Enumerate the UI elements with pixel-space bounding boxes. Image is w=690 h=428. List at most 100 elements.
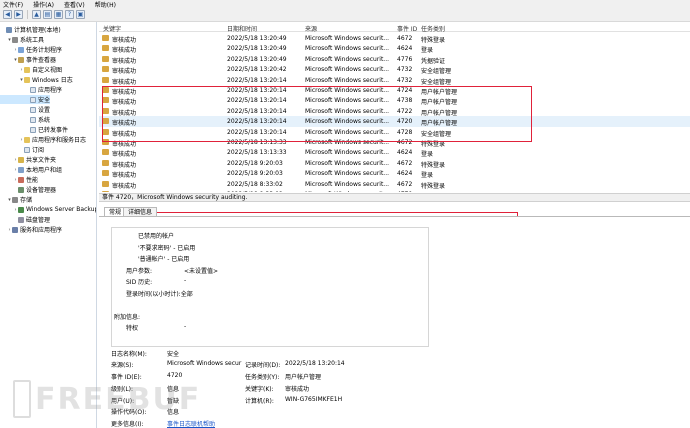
toolbar-divider bbox=[27, 10, 28, 19]
audit-key-icon bbox=[102, 45, 109, 52]
properties-icon[interactable]: ▦ bbox=[54, 10, 63, 19]
tree-item[interactable]: 计算机管理(本地) bbox=[0, 25, 61, 34]
tree-item[interactable]: › 本地用户和组 bbox=[0, 165, 62, 174]
description-line: 用户参数: bbox=[126, 267, 153, 275]
tree-item[interactable]: › 自定义视图 bbox=[0, 65, 62, 74]
tree-item[interactable]: 系统 bbox=[0, 115, 50, 124]
highlight-box-events bbox=[102, 86, 532, 142]
cell-datetime: 2022/5/18 8:33:02 bbox=[227, 191, 283, 192]
cell-id: 4672 bbox=[397, 35, 413, 42]
tree-item[interactable]: ▾ 事件查看器 bbox=[0, 55, 56, 64]
table-row[interactable]: 审核成功 2022/5/18 9:20:03 Microsoft Windows s… bbox=[99, 168, 690, 179]
tree-item[interactable]: 订阅 bbox=[0, 145, 44, 154]
column-task-category[interactable]: 任务类别 bbox=[421, 24, 445, 33]
cell-source: Microsoft Windows securit... bbox=[305, 170, 390, 178]
tree-item-label: 安全 bbox=[38, 97, 51, 104]
tree-item[interactable]: › Windows Server Backup bbox=[0, 205, 97, 214]
tree-item[interactable]: 已转发事件 bbox=[0, 125, 68, 134]
tree-item-label: 任务计划程序 bbox=[26, 47, 63, 54]
table-row[interactable]: 审核成功 2022/5/18 13:20:49 Microsoft Windows … bbox=[99, 33, 690, 44]
cell-id: 4624 bbox=[397, 45, 413, 53]
tree-item[interactable]: ▾ 系统工具 bbox=[0, 35, 44, 44]
task-scheduler-icon bbox=[18, 46, 24, 53]
table-row[interactable]: 审核成功 2022/5/18 13:20:42 Microsoft Windows … bbox=[99, 64, 690, 75]
tree-item-label: 应用程序 bbox=[38, 87, 63, 94]
cell-id: 4732 bbox=[397, 66, 413, 74]
tree-item-label: Windows 日志 bbox=[32, 77, 73, 84]
tree-item-label: 磁盘管理 bbox=[26, 217, 51, 224]
description-line: 特权 bbox=[126, 325, 139, 332]
column-event-id[interactable]: 事件 ID bbox=[397, 24, 417, 33]
tree-item[interactable]: › 服务和应用程序 bbox=[0, 225, 62, 234]
tree-item-label: Windows Server Backup bbox=[26, 206, 97, 213]
tree-item[interactable]: 设备管理器 bbox=[0, 185, 56, 194]
tree-item-label: 系统 bbox=[38, 117, 51, 124]
up-folder-icon[interactable]: ▲ bbox=[32, 10, 41, 19]
cell-id: 4672 bbox=[397, 159, 413, 167]
help-icon[interactable]: ? bbox=[65, 10, 74, 19]
tree-item-label: 存储 bbox=[20, 197, 33, 204]
cell-datetime: 2022/5/18 13:20:49 bbox=[227, 45, 287, 53]
tree-item-label: 应用程序和服务日志 bbox=[32, 137, 87, 144]
table-row[interactable]: 审核成功 2022/5/18 13:20:49 Microsoft Windows … bbox=[99, 43, 690, 54]
tree-item[interactable]: › 任务计划程序 bbox=[0, 45, 62, 54]
column-keyword[interactable]: 关键字 bbox=[103, 24, 121, 33]
task-category-value: 用户帐户管理 bbox=[285, 374, 322, 381]
table-row[interactable]: 审核成功 2022/5/18 8:33:02 Microsoft Windows s… bbox=[99, 179, 690, 190]
tree-item[interactable]: 应用程序 bbox=[0, 85, 62, 94]
cell-source: Microsoft Windows securit... bbox=[305, 159, 390, 167]
navigation-tree: 计算机管理(本地) ▾ 系统工具 › 任务计划程序 ▾ 事件查看器 › 自定义视图 ▾ Window… bbox=[0, 22, 97, 428]
audit-key-icon bbox=[102, 180, 109, 187]
description-line: 登录时间(以小时计):全部 bbox=[126, 290, 193, 298]
tree-item[interactable]: › 性能 bbox=[0, 175, 38, 184]
show-hide-tree-icon[interactable]: ▤ bbox=[43, 10, 52, 19]
tree-item[interactable]: › 共享文件夹 bbox=[0, 155, 56, 164]
cell-datetime: 2022/5/18 13:20:42 bbox=[227, 66, 287, 74]
cell-id: 4624 bbox=[397, 170, 413, 178]
event-viewer-icon bbox=[18, 56, 24, 63]
source-label: 来源(S): bbox=[111, 362, 134, 369]
tree-item[interactable]: › 应用程序和服务日志 bbox=[0, 135, 86, 144]
folder-icon bbox=[24, 66, 30, 73]
disk-icon bbox=[18, 216, 24, 223]
table-row[interactable]: 审核成功 2022/5/18 8:33:02 Microsoft Windows s… bbox=[99, 189, 690, 192]
tree-item-label: 本地用户和组 bbox=[26, 167, 63, 174]
audit-key-icon bbox=[102, 191, 109, 192]
tools-icon bbox=[12, 36, 18, 43]
tree-item[interactable]: ▾ Windows 日志 bbox=[0, 75, 73, 84]
table-row[interactable]: 审核成功 2022/5/18 13:13:33 Microsoft Windows … bbox=[99, 147, 690, 158]
keywords-value: 审核成功 bbox=[285, 386, 310, 393]
folder-icon bbox=[24, 76, 30, 83]
tree-item[interactable]: ▾ 存储 bbox=[0, 195, 32, 204]
column-datetime[interactable]: 日期和时间 bbox=[227, 24, 257, 33]
cell-source: Microsoft Windows securit... bbox=[305, 76, 390, 84]
folder-icon bbox=[24, 136, 30, 143]
description-line: 已禁用的帐户 bbox=[138, 233, 175, 240]
table-row[interactable]: 审核成功 2022/5/18 13:20:14 Microsoft Windows … bbox=[99, 75, 690, 86]
tab-details[interactable]: 详细信息 bbox=[123, 207, 158, 216]
table-row[interactable]: 审核成功 2022/5/18 13:20:49 Microsoft Windows … bbox=[99, 54, 690, 65]
cell-source: Microsoft Windows securit... bbox=[305, 55, 390, 63]
tree-item[interactable]: 设置 bbox=[0, 105, 50, 114]
tree-item-label: 自定义视图 bbox=[32, 67, 63, 74]
tree-item-label: 服务和应用程序 bbox=[20, 227, 63, 234]
back-icon[interactable]: ◀ bbox=[3, 10, 12, 19]
description-line: 附加信息: bbox=[114, 313, 141, 321]
more-info-link[interactable]: 事件日志联机帮助 bbox=[167, 419, 215, 428]
console-icon[interactable]: ▣ bbox=[76, 10, 85, 19]
watermark: FREEBUF bbox=[13, 380, 201, 418]
logged-label: 记录时间(D): bbox=[245, 362, 281, 369]
tree-item-label: 设置 bbox=[38, 107, 51, 114]
forward-icon[interactable]: ▶ bbox=[14, 10, 23, 19]
audit-key-icon bbox=[102, 55, 109, 62]
cell-source: Microsoft Windows securit... bbox=[305, 66, 390, 74]
cell-datetime: 2022/5/18 8:33:02 bbox=[227, 180, 283, 188]
audit-key-icon bbox=[102, 170, 109, 177]
task-category-label: 任务类别(Y): bbox=[245, 374, 280, 381]
tree-item[interactable]: 安全 bbox=[0, 95, 51, 104]
tree-item[interactable]: 磁盘管理 bbox=[0, 215, 50, 224]
log-icon bbox=[30, 96, 36, 103]
table-row[interactable]: 审核成功 2022/5/18 9:20:03 Microsoft Windows s… bbox=[99, 158, 690, 169]
detail-tabs: 常规 详细信息 bbox=[99, 206, 690, 216]
column-source[interactable]: 来源 bbox=[305, 24, 317, 33]
